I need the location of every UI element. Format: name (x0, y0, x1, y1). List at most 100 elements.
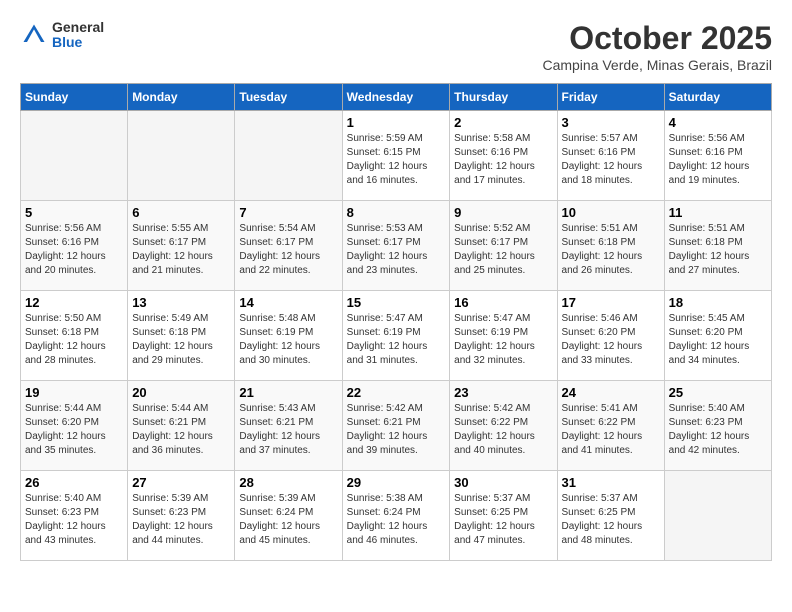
header: General Blue October 2025 Campina Verde,… (20, 20, 772, 73)
month-title: October 2025 (542, 20, 772, 57)
day-info: Sunrise: 5:37 AM Sunset: 6:25 PM Dayligh… (454, 492, 552, 548)
calendar-cell: 1Sunrise: 5:59 AM Sunset: 6:15 PM Daylig… (342, 111, 450, 201)
day-info: Sunrise: 5:38 AM Sunset: 6:24 PM Dayligh… (347, 492, 446, 548)
calendar-cell (664, 471, 771, 561)
weekday-header-thursday: Thursday (450, 84, 557, 111)
calendar-cell: 27Sunrise: 5:39 AM Sunset: 6:23 PM Dayli… (128, 471, 235, 561)
calendar-cell: 18 Sunrise: 5:45 AM Sunset: 6:20 PM Dayli… (664, 291, 771, 381)
day-info: Sunrise: 5:43 AM Sunset: 6:21 PM Dayligh… (239, 402, 337, 458)
calendar-cell (128, 111, 235, 201)
calendar-cell: 29 Sunrise: 5:38 AM Sunset: 6:24 PM Dayli… (342, 471, 450, 561)
day-info: Sunrise: 5:41 AM Sunset: 6:22 PM Dayligh… (562, 402, 660, 458)
day-number: 28 (239, 475, 337, 490)
logo-text: General Blue (52, 20, 104, 51)
day-number: 30 (454, 475, 552, 490)
day-info: Sunrise: 5:44 AM Sunset: 6:21 PM Dayligh… (132, 402, 230, 458)
day-number: 11 (669, 205, 767, 220)
calendar-cell: 21 Sunrise: 5:43 AM Sunset: 6:21 PM Dayli… (235, 381, 342, 471)
weekday-header-wednesday: Wednesday (342, 84, 450, 111)
day-info: Sunrise: 5:40 AM Sunset: 6:23 PM Dayligh… (25, 492, 123, 548)
day-number: 12 (25, 295, 123, 310)
weekday-header-monday: Monday (128, 84, 235, 111)
day-info: Sunrise: 5:37 AM Sunset: 6:25 PM Dayligh… (562, 492, 660, 548)
day-number: 23 (454, 385, 552, 400)
day-number: 15 (347, 295, 446, 310)
day-info: Sunrise: 5:51 AM Sunset: 6:18 PM Dayligh… (562, 222, 660, 278)
calendar-cell: 23 Sunrise: 5:42 AM Sunset: 6:22 PM Dayli… (450, 381, 557, 471)
weekday-header-tuesday: Tuesday (235, 84, 342, 111)
calendar-cell: 12 Sunrise: 5:50 AM Sunset: 6:18 PM Dayli… (21, 291, 128, 381)
day-number: 16 (454, 295, 552, 310)
logo-blue-text: Blue (52, 35, 104, 50)
day-info: Sunrise: 5:50 AM Sunset: 6:18 PM Dayligh… (25, 312, 123, 368)
day-number: 20 (132, 385, 230, 400)
location: Campina Verde, Minas Gerais, Brazil (542, 57, 772, 73)
logo-general-text: General (52, 20, 104, 35)
calendar-cell: 24Sunrise: 5:41 AM Sunset: 6:22 PM Dayli… (557, 381, 664, 471)
day-number: 10 (562, 205, 660, 220)
day-info: Sunrise: 5:55 AM Sunset: 6:17 PM Dayligh… (132, 222, 230, 278)
calendar-cell: 22Sunrise: 5:42 AM Sunset: 6:21 PM Dayli… (342, 381, 450, 471)
week-row-5: 26 Sunrise: 5:40 AM Sunset: 6:23 PM Dayli… (21, 471, 772, 561)
calendar-cell: 9 Sunrise: 5:52 AM Sunset: 6:17 PM Daylig… (450, 201, 557, 291)
calendar-cell: 25Sunrise: 5:40 AM Sunset: 6:23 PM Dayli… (664, 381, 771, 471)
day-number: 3 (562, 115, 660, 130)
day-number: 25 (669, 385, 767, 400)
title-area: October 2025 Campina Verde, Minas Gerais… (542, 20, 772, 73)
calendar-cell: 14 Sunrise: 5:48 AM Sunset: 6:19 PM Dayli… (235, 291, 342, 381)
day-number: 18 (669, 295, 767, 310)
day-number: 27 (132, 475, 230, 490)
day-info: Sunrise: 5:52 AM Sunset: 6:17 PM Dayligh… (454, 222, 552, 278)
calendar-cell: 4Sunrise: 5:56 AM Sunset: 6:16 PM Daylig… (664, 111, 771, 201)
day-number: 13 (132, 295, 230, 310)
week-row-1: 1Sunrise: 5:59 AM Sunset: 6:15 PM Daylig… (21, 111, 772, 201)
calendar-cell (21, 111, 128, 201)
weekday-header-friday: Friday (557, 84, 664, 111)
day-info: Sunrise: 5:45 AM Sunset: 6:20 PM Dayligh… (669, 312, 767, 368)
calendar-cell: 13Sunrise: 5:49 AM Sunset: 6:18 PM Dayli… (128, 291, 235, 381)
day-info: Sunrise: 5:53 AM Sunset: 6:17 PM Dayligh… (347, 222, 446, 278)
day-number: 19 (25, 385, 123, 400)
weekday-header-saturday: Saturday (664, 84, 771, 111)
day-number: 29 (347, 475, 446, 490)
calendar-cell: 8Sunrise: 5:53 AM Sunset: 6:17 PM Daylig… (342, 201, 450, 291)
calendar-cell: 7Sunrise: 5:54 AM Sunset: 6:17 PM Daylig… (235, 201, 342, 291)
day-number: 26 (25, 475, 123, 490)
calendar-cell: 15Sunrise: 5:47 AM Sunset: 6:19 PM Dayli… (342, 291, 450, 381)
week-row-3: 12 Sunrise: 5:50 AM Sunset: 6:18 PM Dayli… (21, 291, 772, 381)
day-number: 17 (562, 295, 660, 310)
calendar-cell: 17 Sunrise: 5:46 AM Sunset: 6:20 PM Dayli… (557, 291, 664, 381)
day-info: Sunrise: 5:48 AM Sunset: 6:19 PM Dayligh… (239, 312, 337, 368)
calendar-cell: 2 Sunrise: 5:58 AM Sunset: 6:16 PM Daylig… (450, 111, 557, 201)
day-number: 14 (239, 295, 337, 310)
day-info: Sunrise: 5:56 AM Sunset: 6:16 PM Dayligh… (25, 222, 123, 278)
calendar-cell: 5 Sunrise: 5:56 AM Sunset: 6:16 PM Daylig… (21, 201, 128, 291)
calendar-cell: 30 Sunrise: 5:37 AM Sunset: 6:25 PM Dayli… (450, 471, 557, 561)
day-info: Sunrise: 5:42 AM Sunset: 6:21 PM Dayligh… (347, 402, 446, 458)
calendar: SundayMondayTuesdayWednesdayThursdayFrid… (20, 83, 772, 561)
day-info: Sunrise: 5:44 AM Sunset: 6:20 PM Dayligh… (25, 402, 123, 458)
day-number: 5 (25, 205, 123, 220)
day-number: 9 (454, 205, 552, 220)
day-number: 21 (239, 385, 337, 400)
weekday-header-row: SundayMondayTuesdayWednesdayThursdayFrid… (21, 84, 772, 111)
day-info: Sunrise: 5:58 AM Sunset: 6:16 PM Dayligh… (454, 132, 552, 188)
day-number: 7 (239, 205, 337, 220)
calendar-cell: 11 Sunrise: 5:51 AM Sunset: 6:18 PM Dayli… (664, 201, 771, 291)
day-info: Sunrise: 5:42 AM Sunset: 6:22 PM Dayligh… (454, 402, 552, 458)
week-row-2: 5 Sunrise: 5:56 AM Sunset: 6:16 PM Daylig… (21, 201, 772, 291)
day-info: Sunrise: 5:59 AM Sunset: 6:15 PM Dayligh… (347, 132, 446, 188)
day-number: 2 (454, 115, 552, 130)
calendar-cell: 26 Sunrise: 5:40 AM Sunset: 6:23 PM Dayli… (21, 471, 128, 561)
calendar-cell: 19 Sunrise: 5:44 AM Sunset: 6:20 PM Dayli… (21, 381, 128, 471)
calendar-cell (235, 111, 342, 201)
calendar-cell: 3Sunrise: 5:57 AM Sunset: 6:16 PM Daylig… (557, 111, 664, 201)
day-info: Sunrise: 5:51 AM Sunset: 6:18 PM Dayligh… (669, 222, 767, 278)
day-number: 31 (562, 475, 660, 490)
day-info: Sunrise: 5:46 AM Sunset: 6:20 PM Dayligh… (562, 312, 660, 368)
day-info: Sunrise: 5:39 AM Sunset: 6:24 PM Dayligh… (239, 492, 337, 548)
logo-icon (20, 21, 48, 49)
calendar-cell: 20 Sunrise: 5:44 AM Sunset: 6:21 PM Dayli… (128, 381, 235, 471)
calendar-cell: 28 Sunrise: 5:39 AM Sunset: 6:24 PM Dayli… (235, 471, 342, 561)
day-number: 6 (132, 205, 230, 220)
